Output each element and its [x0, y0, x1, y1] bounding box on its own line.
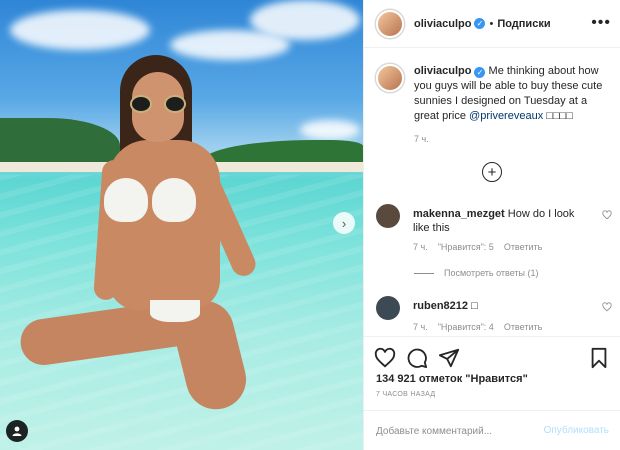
heart-icon[interactable]	[602, 302, 612, 312]
reply-button[interactable]: Ответить	[504, 242, 542, 252]
bikini-top	[104, 178, 196, 224]
comment-likes-link[interactable]: "Нравится": 5	[438, 242, 494, 252]
follow-button[interactable]: Подписки	[497, 18, 550, 30]
caption-timestamp: 7 ч.	[414, 134, 429, 144]
verified-icon: ✓	[474, 67, 486, 78]
comment-body: ruben8212 □	[413, 299, 583, 313]
reply-button[interactable]: Ответить	[504, 322, 542, 332]
user-icon	[12, 426, 22, 436]
cloud	[250, 0, 360, 40]
post-header: oliviaculpo ✓ • Подписки •••	[364, 0, 620, 48]
likes-count[interactable]: 134 921 отметок "Нравится"	[376, 373, 528, 385]
comment-username[interactable]: makenna_mezget	[413, 208, 505, 220]
comment-item: makenna_mezget How do I look like this 7…	[376, 204, 612, 264]
publish-button[interactable]: Опубликовать	[544, 425, 609, 436]
comment-input[interactable]	[376, 422, 526, 440]
caption-mention-link[interactable]: @privereveaux	[469, 110, 543, 122]
add-comment-bar: Опубликовать	[364, 410, 620, 450]
cloud	[10, 10, 150, 50]
caption-author[interactable]: oliviaculpo	[414, 65, 471, 77]
more-options-button[interactable]: •••	[591, 14, 611, 32]
post-actions-bar	[364, 336, 620, 376]
more-horizontal-icon: •••	[591, 14, 611, 31]
avatar[interactable]	[376, 64, 404, 92]
view-replies-button[interactable]: Посмотреть ответы (1)	[414, 268, 539, 278]
tagged-users-button[interactable]	[6, 420, 28, 442]
comment-timestamp: 7 ч.	[413, 242, 428, 252]
posted-time: 7 ЧАСОВ НАЗАД	[376, 391, 436, 398]
verified-icon: ✓	[474, 18, 486, 29]
load-more-comments-button[interactable]: +	[482, 162, 502, 182]
post-photo[interactable]: ›	[0, 0, 363, 450]
comment-icon[interactable]	[406, 347, 428, 369]
view-replies-label: Посмотреть ответы (1)	[444, 268, 539, 278]
comment-meta: 7 ч. "Нравится": 5 Ответить	[413, 242, 542, 252]
bookmark-icon[interactable]	[588, 347, 610, 369]
bikini-bottom	[150, 300, 200, 322]
avatar[interactable]	[376, 296, 400, 320]
avatar[interactable]	[376, 204, 400, 228]
carousel-next-button[interactable]: ›	[333, 212, 355, 234]
avatar[interactable]	[376, 9, 404, 38]
heart-icon[interactable]	[602, 210, 612, 220]
divider	[414, 272, 434, 274]
author-username[interactable]: oliviaculpo	[414, 18, 471, 30]
sunglasses	[128, 95, 188, 115]
comment-likes-link[interactable]: "Нравится": 4	[438, 322, 494, 332]
plus-circle-icon: +	[487, 163, 497, 181]
comment-body: makenna_mezget How do I look like this	[413, 207, 583, 235]
island	[0, 118, 120, 164]
comment-item: ruben8212 □ 7 ч. "Нравится": 4 Ответить	[376, 296, 612, 336]
post-caption: oliviaculpo ✓ Me thinking about how you g…	[376, 64, 612, 124]
heart-icon[interactable]	[374, 347, 396, 369]
post-side-panel: oliviaculpo ✓ • Подписки ••• oliviaculpo…	[363, 0, 620, 450]
comment-text: □	[471, 300, 478, 312]
comment-username[interactable]: ruben8212	[413, 300, 468, 312]
cloud	[300, 120, 360, 140]
separator-dot: •	[489, 17, 494, 30]
chevron-right-icon: ›	[341, 215, 347, 231]
comment-meta: 7 ч. "Нравится": 4 Ответить	[413, 322, 542, 332]
caption-emoji: □□□□	[546, 110, 573, 122]
caption-text: oliviaculpo ✓ Me thinking about how you g…	[414, 64, 612, 124]
comment-timestamp: 7 ч.	[413, 322, 428, 332]
share-icon[interactable]	[438, 347, 460, 369]
